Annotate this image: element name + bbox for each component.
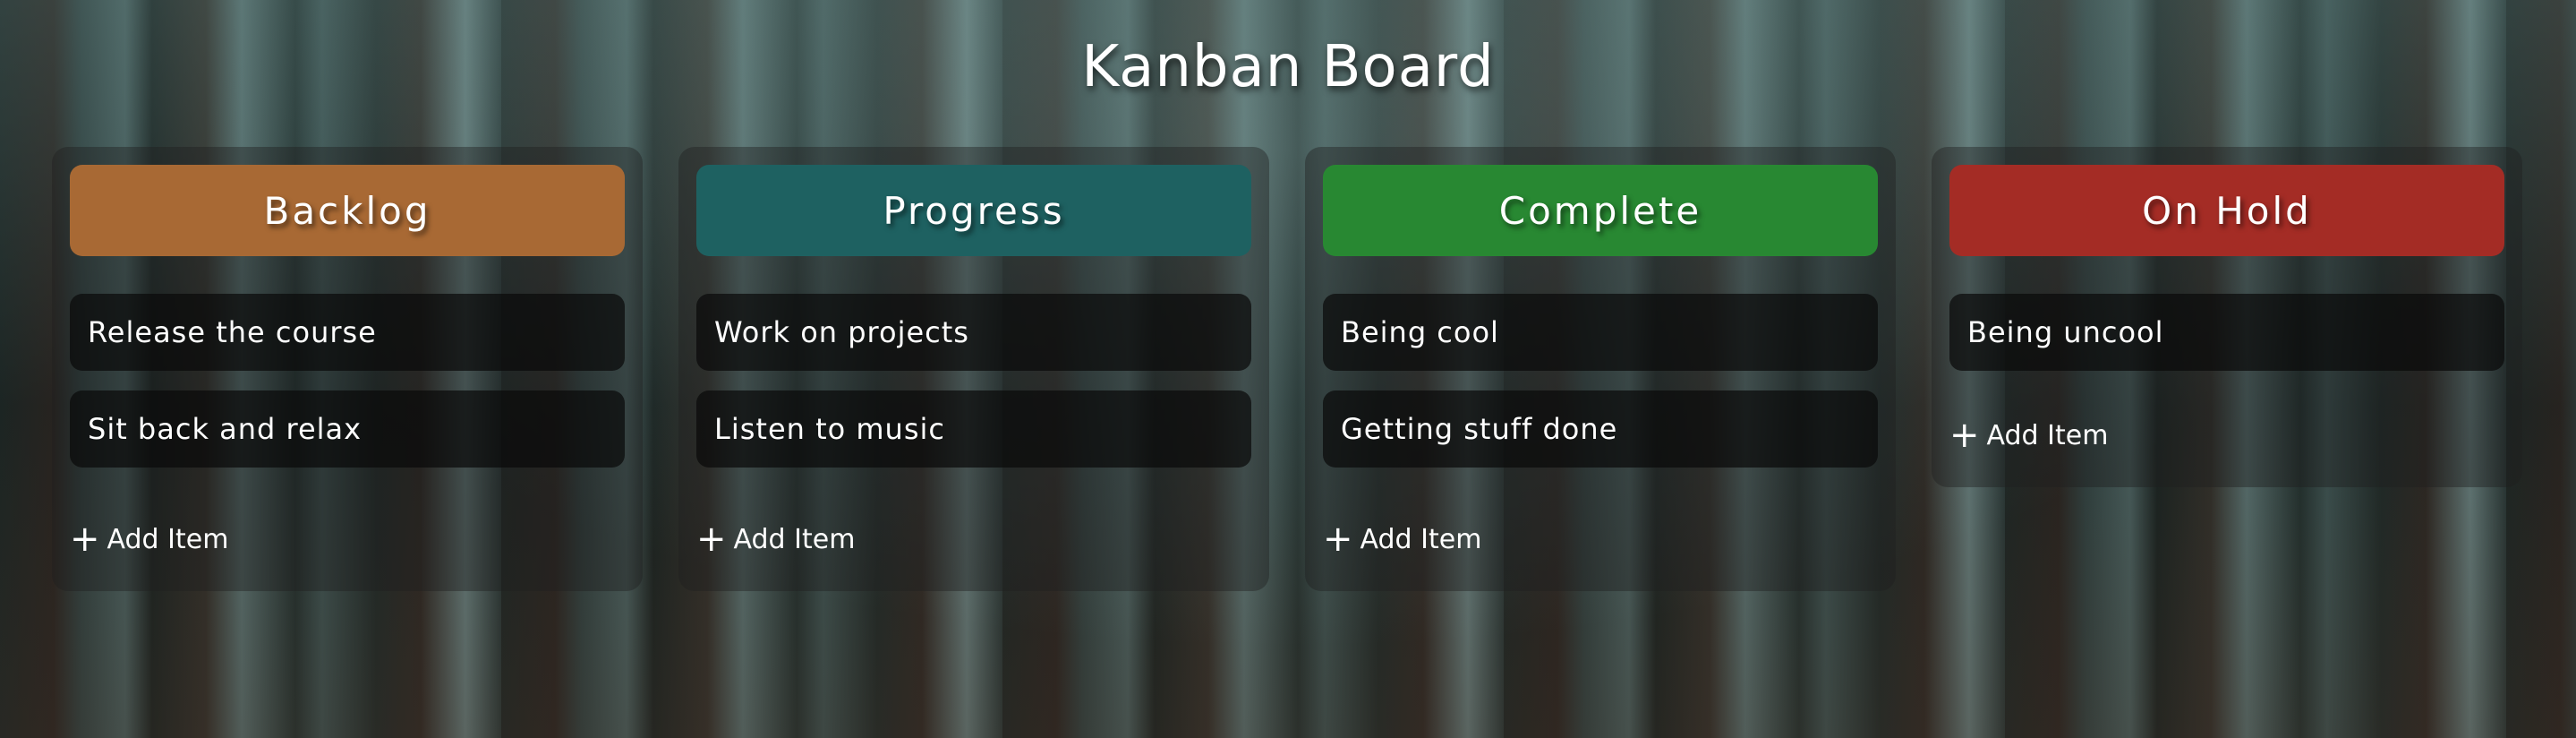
plus-icon: + — [696, 519, 727, 560]
add-item-label: Add Item — [1986, 419, 2109, 451]
list-item[interactable]: Work on projects — [696, 294, 1251, 371]
add-item-label: Add Item — [733, 523, 856, 555]
add-item-label: Add Item — [1360, 523, 1482, 555]
plus-icon: + — [1949, 415, 1980, 456]
list-item[interactable]: Listen to music — [696, 390, 1251, 468]
add-item-button[interactable]: + Add Item — [1949, 414, 2108, 457]
column-header-on-hold: On Hold — [1949, 165, 2504, 256]
column-complete: Complete Being cool Getting stuff done +… — [1305, 147, 1896, 591]
plus-icon: + — [1323, 519, 1353, 560]
list-item[interactable]: Being uncool — [1949, 294, 2504, 371]
column-backlog: Backlog Release the course Sit back and … — [52, 147, 643, 591]
add-item-label: Add Item — [107, 523, 229, 555]
list-item[interactable]: Sit back and relax — [70, 390, 625, 468]
column-header-complete: Complete — [1323, 165, 1878, 256]
add-item-button[interactable]: + Add Item — [1323, 518, 1481, 561]
plus-icon: + — [70, 519, 100, 560]
list-item[interactable]: Being cool — [1323, 294, 1878, 371]
add-item-button[interactable]: + Add Item — [70, 518, 228, 561]
column-header-progress: Progress — [696, 165, 1251, 256]
list-item[interactable]: Release the course — [70, 294, 625, 371]
list-item[interactable]: Getting stuff done — [1323, 390, 1878, 468]
column-header-backlog: Backlog — [70, 165, 625, 256]
page-title: Kanban Board — [1081, 34, 1495, 100]
column-on-hold: On Hold Being uncool + Add Item — [1932, 147, 2522, 487]
column-progress: Progress Work on projects Listen to musi… — [678, 147, 1269, 591]
add-item-button[interactable]: + Add Item — [696, 518, 855, 561]
